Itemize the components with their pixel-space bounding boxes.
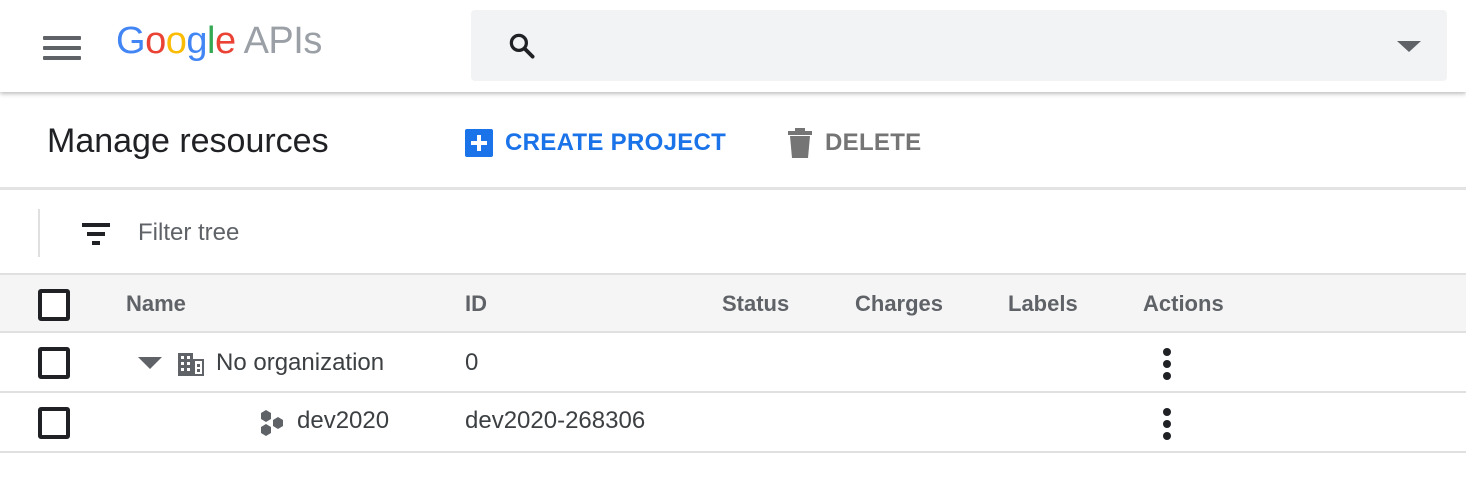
create-project-label: CREATE PROJECT [505, 129, 727, 156]
search-icon[interactable] [507, 31, 537, 61]
search-dropdown-arrow-icon[interactable] [1397, 41, 1421, 52]
google-wordmark: Google [116, 20, 236, 62]
column-header-actions: Actions [1143, 291, 1224, 316]
row-id: 0 [465, 349, 479, 376]
google-apis-logo[interactable]: Google APIs [116, 20, 322, 63]
column-header-status[interactable]: Status [722, 291, 789, 317]
delete-label: DELETE [825, 129, 922, 156]
trash-icon [788, 128, 812, 158]
top-app-bar: Google APIs [0, 0, 1466, 92]
filter-bar [0, 193, 1466, 275]
main-menu-button[interactable] [38, 26, 86, 66]
search-bar[interactable] [471, 10, 1447, 81]
organization-icon [178, 353, 204, 376]
table-row[interactable]: dev2020 dev2020-268306 [0, 393, 1466, 453]
column-header-name[interactable]: Name [126, 291, 186, 317]
filter-tree-input[interactable] [138, 215, 738, 251]
delete-button[interactable]: DELETE [787, 126, 921, 160]
column-header-charges[interactable]: Charges [855, 291, 943, 317]
column-header-labels[interactable]: Labels [1008, 291, 1078, 317]
row-id: dev2020-268306 [465, 407, 646, 434]
project-icon [261, 410, 283, 436]
more-vert-icon[interactable] [1157, 346, 1177, 382]
add-box-icon [465, 129, 493, 157]
row-checkbox[interactable] [38, 407, 70, 439]
create-project-button[interactable]: CREATE PROJECT [465, 126, 726, 160]
row-checkbox[interactable] [38, 347, 70, 379]
divider [38, 209, 40, 257]
apis-wordmark: APIs [243, 20, 323, 62]
filter-list-icon[interactable] [80, 221, 112, 247]
select-all-checkbox[interactable] [38, 289, 70, 321]
collapse-arrow-icon[interactable] [138, 357, 162, 369]
row-name[interactable]: dev2020 [297, 407, 389, 435]
menu-icon [43, 36, 81, 40]
row-name[interactable]: No organization [216, 349, 384, 377]
page-header: Manage resources CREATE PROJECT DELETE [0, 92, 1466, 190]
column-header-id[interactable]: ID [465, 291, 487, 317]
table-header: Name ID Status Charges Labels Actions [0, 275, 1466, 333]
more-vert-icon[interactable] [1157, 406, 1177, 442]
search-input[interactable] [551, 24, 1371, 68]
page-title: Manage resources [47, 122, 329, 160]
table-row[interactable]: No organization 0 [0, 333, 1466, 393]
